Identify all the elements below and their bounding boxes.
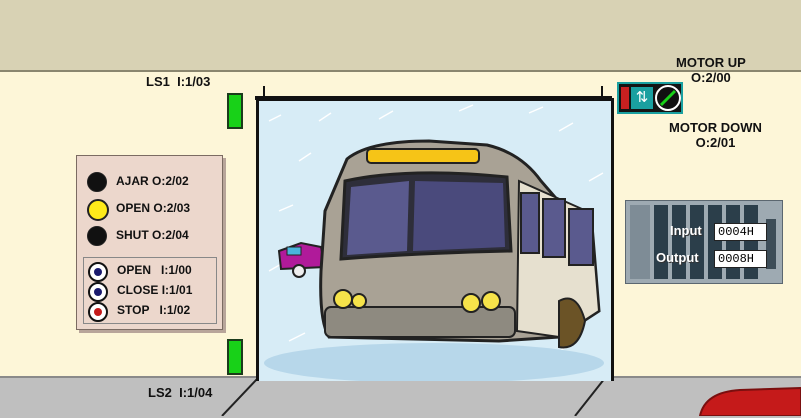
- lamp-ajar-label: AJAR O:2/02: [116, 174, 189, 188]
- motor-down-label: MOTOR DOWN O:2/01: [669, 120, 762, 150]
- lamp-shut-label: SHUT O:2/04: [116, 228, 189, 242]
- motor: ⇅: [617, 82, 683, 114]
- stop-button[interactable]: [88, 302, 108, 322]
- car-icon: [277, 241, 327, 278]
- up-down-arrows-icon: ⇅: [631, 87, 653, 109]
- lamp-open-label: OPEN O:2/03: [116, 201, 191, 215]
- plc-module: Input 0004H Output 0008H: [625, 200, 783, 284]
- close-button-label: CLOSE I:1/01: [117, 283, 193, 297]
- stop-button-label: STOP I:1/02: [117, 303, 191, 317]
- plc-output-field[interactable]: 0008H: [714, 250, 767, 268]
- plc-output-label: Output: [656, 250, 699, 265]
- open-button[interactable]: [88, 262, 108, 282]
- plc-input-field[interactable]: 0004H: [714, 223, 767, 241]
- ls2-label: LS2 I:1/04: [148, 385, 213, 400]
- plc-input-label: Input: [670, 223, 702, 238]
- close-button[interactable]: [88, 282, 108, 302]
- open-button-label: OPEN I:1/00: [117, 263, 192, 277]
- lamp-open: [87, 199, 109, 221]
- motor-up-label: MOTOR UP O:2/00: [676, 55, 746, 85]
- control-panel: AJAR O:2/02 OPEN O:2/03 SHUT O:2/04 OPEN…: [76, 155, 223, 330]
- bus-image: [264, 104, 604, 381]
- lamp-ajar: [87, 172, 107, 192]
- garage-door-opening: [256, 98, 614, 381]
- ls1-label: LS1 I:1/03: [146, 74, 211, 89]
- motor-rotor-icon: [655, 85, 681, 111]
- limit-switch-ls2: [227, 339, 243, 375]
- pushbutton-group: OPEN I:1/00 CLOSE I:1/01 STOP I:1/02: [83, 257, 217, 324]
- lamp-shut: [87, 226, 107, 246]
